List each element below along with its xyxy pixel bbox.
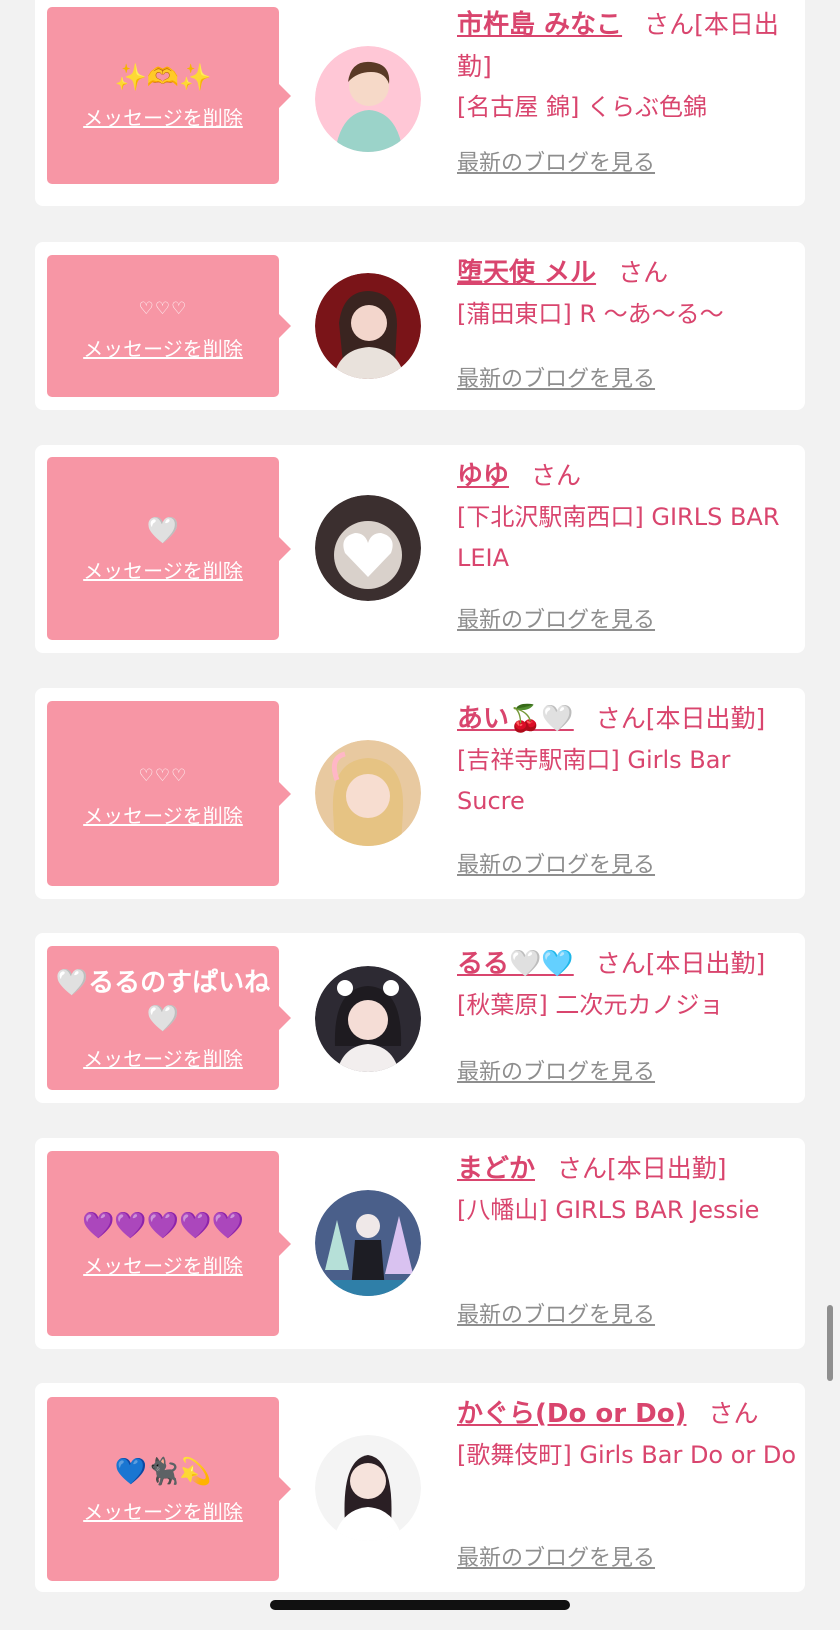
avatar[interactable]: [315, 1435, 421, 1541]
honorific: さん: [644, 10, 695, 39]
list-item: 💙🐈‍⬛💫 メッセージを削除 かぐら(Do or Do) さん [歌舞伎町] Gi…: [35, 1383, 805, 1592]
avatar[interactable]: [315, 495, 421, 601]
girl-name-link[interactable]: あい🍒🤍: [457, 704, 574, 734]
list-item: 💜💜💜💜💜 メッセージを削除 まどか さん[本日出勤] [八幡山] GIRLS B…: [35, 1138, 805, 1349]
honorific: さん: [557, 1154, 608, 1183]
avatar-image: [315, 966, 421, 1072]
list-item: ✨🫶✨ メッセージを削除 市杵島 みなこ さん[本日出勤] [名古屋 錦] くらぶ…: [35, 0, 805, 206]
delete-message-button[interactable]: メッセージを削除: [83, 555, 243, 584]
delete-message-button[interactable]: メッセージを削除: [83, 1496, 243, 1525]
list-item: ♡♡♡ メッセージを削除 あい🍒🤍 さん[本日出勤] [吉祥寺駅南口] Girls…: [35, 688, 805, 899]
message-bubble: 💜💜💜💜💜 メッセージを削除: [47, 1151, 291, 1336]
latest-blog-link[interactable]: 最新のブログを見る: [457, 602, 655, 634]
avatar-image: [315, 740, 421, 846]
honorific: さん: [618, 258, 669, 287]
message-bubble: 🤍 メッセージを削除: [47, 457, 291, 640]
message-text: 🤍: [146, 516, 180, 546]
shop-name: [名古屋 錦] くらぶ色錦: [457, 93, 707, 121]
scrollbar[interactable]: [827, 1305, 833, 1381]
girl-name-link[interactable]: るる🤍🩵: [457, 949, 574, 979]
status-text: [本日出勤]: [645, 704, 766, 733]
avatar-image: [315, 1190, 421, 1296]
message-text: 💙🐈‍⬛💫: [114, 1456, 212, 1487]
message-text: ♡♡♡: [138, 766, 188, 786]
message-text: 💜💜💜💜💜: [82, 1211, 244, 1241]
honorific: さん: [531, 461, 582, 490]
shop-name: [下北沢駅南西口] GIRLS BAR LEIA: [457, 503, 780, 572]
girl-name-link[interactable]: 堕天使 メル: [457, 258, 596, 288]
honorific: さん: [595, 949, 646, 978]
honorific: さん: [595, 704, 646, 733]
girl-info: 堕天使 メル さん [蒲田東口] R 〜あ〜る〜: [457, 252, 797, 335]
list-item: 🤍 メッセージを削除 ゆゆ さん [下北沢駅南西口] GIRLS BAR LEIA…: [35, 445, 805, 653]
avatar-image: [315, 46, 421, 152]
avatar[interactable]: [315, 1190, 421, 1296]
message-bubble: ♡♡♡ メッセージを削除: [47, 255, 291, 397]
girl-info: あい🍒🤍 さん[本日出勤] [吉祥寺駅南口] Girls Bar Sucre: [457, 698, 797, 822]
latest-blog-link[interactable]: 最新のブログを見る: [457, 1054, 655, 1086]
girl-name-link[interactable]: 市杵島 みなこ: [457, 10, 622, 40]
delete-message-button[interactable]: メッセージを削除: [83, 333, 243, 362]
girl-name-link[interactable]: ゆゆ: [457, 461, 509, 491]
delete-message-button[interactable]: メッセージを削除: [83, 1250, 243, 1279]
honorific: さん: [708, 1399, 759, 1428]
avatar[interactable]: [315, 740, 421, 846]
message-bubble: ♡♡♡ メッセージを削除: [47, 701, 291, 886]
girl-info: るる🤍🩵 さん[本日出勤] [秋葉原] 二次元カノジョ: [457, 943, 797, 1026]
latest-blog-link[interactable]: 最新のブログを見る: [457, 1540, 655, 1572]
latest-blog-link[interactable]: 最新のブログを見る: [457, 145, 655, 177]
avatar[interactable]: [315, 273, 421, 379]
message-text: 🤍るるのすぱいね🤍: [55, 967, 271, 1034]
girl-info: まどか さん[本日出勤] [八幡山] GIRLS BAR Jessie: [457, 1148, 797, 1231]
home-indicator[interactable]: [270, 1600, 570, 1610]
message-bubble: 🤍るるのすぱいね🤍 メッセージを削除: [47, 946, 291, 1090]
latest-blog-link[interactable]: 最新のブログを見る: [457, 1297, 655, 1329]
avatar[interactable]: [315, 966, 421, 1072]
shop-name: [秋葉原] 二次元カノジョ: [457, 991, 724, 1019]
avatar-image: [315, 1435, 421, 1541]
message-bubble: 💙🐈‍⬛💫 メッセージを削除: [47, 1397, 291, 1581]
list-item: 🤍るるのすぱいね🤍 メッセージを削除 るる🤍🩵 さん[本日出勤] [秋葉原] 二次…: [35, 933, 805, 1103]
delete-message-button[interactable]: メッセージを削除: [83, 102, 243, 131]
avatar-image: [315, 495, 421, 601]
avatar[interactable]: [315, 46, 421, 152]
shop-name: [八幡山] GIRLS BAR Jessie: [457, 1196, 760, 1224]
message-text: ✨🫶✨: [114, 63, 212, 93]
girl-info: ゆゆ さん [下北沢駅南西口] GIRLS BAR LEIA: [457, 455, 797, 579]
latest-blog-link[interactable]: 最新のブログを見る: [457, 847, 655, 879]
status-text: [本日出勤]: [645, 949, 766, 978]
message-text: ♡♡♡: [138, 298, 188, 319]
list-item: ♡♡♡ メッセージを削除 堕天使 メル さん [蒲田東口] R 〜あ〜る〜 最新の…: [35, 242, 805, 410]
girl-name-link[interactable]: かぐら(Do or Do): [457, 1399, 686, 1429]
avatar-image: [315, 273, 421, 379]
shop-name: [蒲田東口] R 〜あ〜る〜: [457, 300, 724, 328]
shop-name: [吉祥寺駅南口] Girls Bar Sucre: [457, 746, 731, 815]
girl-name-link[interactable]: まどか: [457, 1154, 535, 1184]
girl-info: かぐら(Do or Do) さん [歌舞伎町] Girls Bar Do or D…: [457, 1393, 797, 1476]
message-bubble: ✨🫶✨ メッセージを削除: [47, 7, 291, 184]
delete-message-button[interactable]: メッセージを削除: [83, 800, 243, 829]
shop-name: [歌舞伎町] Girls Bar Do or Do: [457, 1441, 797, 1469]
latest-blog-link[interactable]: 最新のブログを見る: [457, 361, 655, 393]
status-text: [本日出勤]: [607, 1154, 727, 1183]
delete-message-button[interactable]: メッセージを削除: [83, 1043, 243, 1072]
girl-info: 市杵島 みなこ さん[本日出勤] [名古屋 錦] くらぶ色錦: [457, 4, 797, 128]
